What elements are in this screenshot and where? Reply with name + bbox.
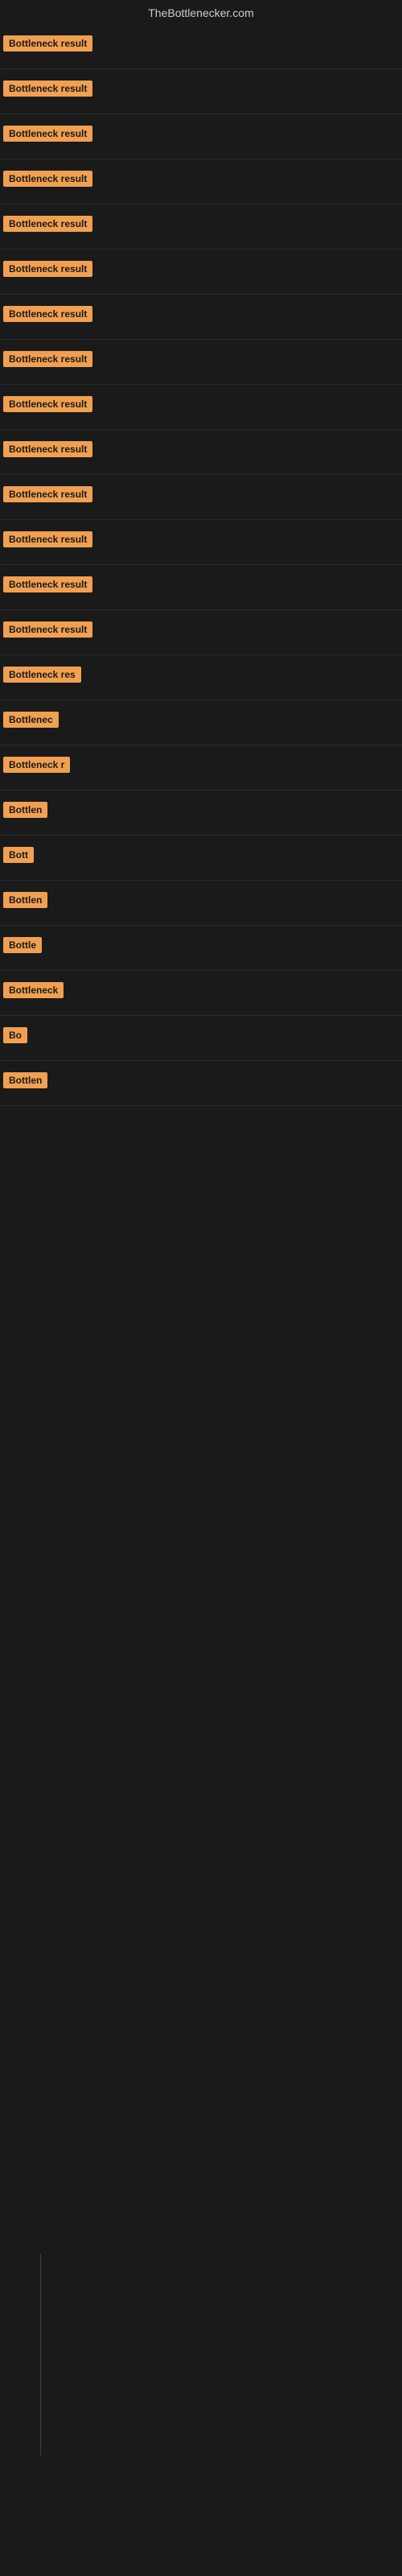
list-item: Bottleneck result	[0, 610, 402, 655]
list-item: Bott	[0, 836, 402, 881]
site-title: TheBottlenecker.com	[0, 0, 402, 24]
bottleneck-result-label[interactable]: Bott	[3, 847, 34, 863]
bottleneck-result-label[interactable]: Bottleneck result	[3, 171, 92, 187]
list-item: Bottleneck result	[0, 159, 402, 204]
list-item: Bottleneck result	[0, 295, 402, 340]
bottleneck-result-label[interactable]: Bottleneck r	[3, 757, 70, 773]
bottleneck-result-label[interactable]: Bottleneck res	[3, 667, 81, 683]
bottleneck-result-label[interactable]: Bottleneck result	[3, 531, 92, 547]
list-item: Bottleneck result	[0, 385, 402, 430]
bottleneck-result-label[interactable]: Bo	[3, 1027, 27, 1043]
bottleneck-result-label[interactable]: Bottleneck result	[3, 261, 92, 277]
bottleneck-result-label[interactable]: Bottleneck	[3, 982, 64, 998]
bottleneck-result-label[interactable]: Bottlen	[3, 892, 47, 908]
bottleneck-result-label[interactable]: Bottleneck result	[3, 351, 92, 367]
list-item: Bottleneck result	[0, 520, 402, 565]
cursor-line	[40, 2254, 41, 2455]
bottleneck-result-label[interactable]: Bottlen	[3, 1072, 47, 1088]
list-item: Bottleneck result	[0, 340, 402, 385]
bottleneck-result-label[interactable]: Bottleneck result	[3, 126, 92, 142]
bottleneck-result-label[interactable]: Bottlen	[3, 802, 47, 818]
list-item: Bottleneck result	[0, 69, 402, 114]
bottleneck-result-label[interactable]: Bottleneck result	[3, 576, 92, 592]
list-item: Bottlen	[0, 791, 402, 836]
bottleneck-result-label[interactable]: Bottle	[3, 937, 42, 953]
list-item: Bottleneck	[0, 971, 402, 1016]
list-item: Bottleneck result	[0, 114, 402, 159]
list-item: Bottle	[0, 926, 402, 971]
bottleneck-result-label[interactable]: Bottleneck result	[3, 216, 92, 232]
bottleneck-result-label[interactable]: Bottlenec	[3, 712, 59, 728]
list-item: Bottleneck result	[0, 204, 402, 250]
list-item: Bottleneck res	[0, 655, 402, 700]
list-item: Bottleneck result	[0, 250, 402, 295]
bottleneck-result-label[interactable]: Bottleneck result	[3, 621, 92, 638]
list-item: Bo	[0, 1016, 402, 1061]
bottleneck-result-label[interactable]: Bottleneck result	[3, 486, 92, 502]
list-item: Bottleneck result	[0, 430, 402, 475]
bottleneck-result-label[interactable]: Bottleneck result	[3, 441, 92, 457]
bottleneck-result-label[interactable]: Bottleneck result	[3, 80, 92, 97]
list-item: Bottleneck r	[0, 745, 402, 791]
list-item: Bottlen	[0, 881, 402, 926]
bottleneck-result-label[interactable]: Bottleneck result	[3, 35, 92, 52]
list-item: Bottlen	[0, 1061, 402, 1106]
bottleneck-result-label[interactable]: Bottleneck result	[3, 306, 92, 322]
list-item: Bottleneck result	[0, 475, 402, 520]
list-item: Bottleneck result	[0, 565, 402, 610]
bottleneck-result-label[interactable]: Bottleneck result	[3, 396, 92, 412]
list-item: Bottlenec	[0, 700, 402, 745]
list-item: Bottleneck result	[0, 24, 402, 69]
